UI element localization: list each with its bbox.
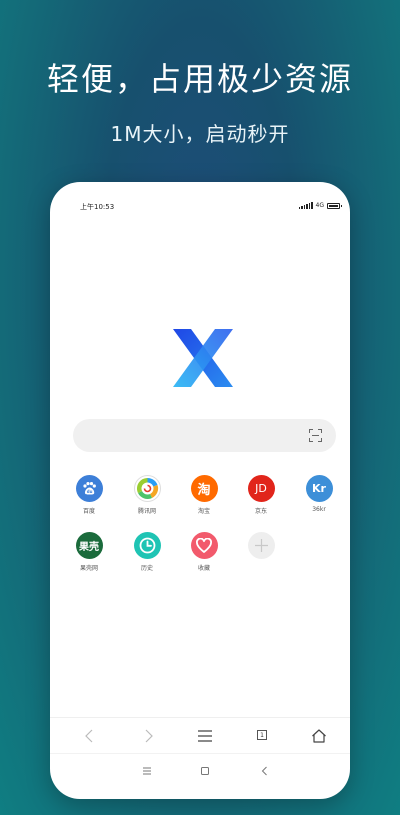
shortcut-tencent[interactable]: 腾讯网 [118, 475, 176, 515]
shortcut-add[interactable] [232, 532, 290, 559]
shortcut-label: 百度 [82, 508, 95, 515]
search-bar[interactable] [73, 419, 336, 452]
shortcut-label: 36kr [312, 506, 326, 513]
shortcut-favorites[interactable]: 收藏 [175, 532, 233, 572]
browser-toolbar: 1 [50, 717, 350, 754]
shortcut-label: 果壳网 [79, 565, 98, 572]
heart-icon [190, 532, 218, 559]
jd-icon: JD [247, 475, 275, 502]
clock-icon [133, 532, 161, 559]
shortcut-label: 收藏 [197, 565, 210, 572]
shortcut-label: 腾讯网 [137, 508, 156, 515]
shortcut-36kr[interactable]: Kr 36kr [290, 475, 348, 513]
status-time: 上午10:53 [80, 203, 115, 211]
baidu-paw-icon: du [75, 475, 103, 502]
add-icon [247, 532, 275, 559]
36kr-icon: Kr [305, 475, 333, 502]
phone-frame: 上午10:53 4G du 百度 腾讯网 淘 淘宝 JD 京东 Kr 36kr … [50, 182, 350, 799]
promo-headline: 轻便，占用极少资源 [46, 60, 353, 98]
system-nav-bar [50, 753, 350, 788]
tencent-news-icon [133, 475, 161, 502]
shortcut-label: 历史 [140, 565, 153, 572]
shortcut-jd[interactable]: JD 京东 [232, 475, 290, 515]
x-browser-logo-icon [173, 329, 233, 387]
shortcut-guokr[interactable]: 果壳 果壳网 [60, 532, 118, 572]
battery-icon [327, 202, 342, 209]
promo-subline: 1M大小，启动秒开 [110, 122, 290, 146]
signal-icon [298, 202, 313, 209]
forward-icon[interactable] [140, 728, 156, 744]
home-icon[interactable] [311, 728, 327, 744]
status-indicators: 4G [298, 202, 342, 209]
shortcut-label: 京东 [254, 508, 267, 515]
system-home-icon[interactable] [199, 765, 211, 777]
shortcut-history[interactable]: 历史 [118, 532, 176, 572]
taobao-icon: 淘 [190, 475, 218, 502]
svg-text:du: du [86, 489, 92, 494]
shortcut-taobao[interactable]: 淘 淘宝 [175, 475, 233, 515]
tabs-button[interactable]: 1 [254, 728, 270, 744]
shortcut-label: 淘宝 [197, 508, 210, 515]
shortcut-baidu[interactable]: du 百度 [60, 475, 118, 515]
scan-icon[interactable] [309, 429, 322, 442]
recent-apps-icon[interactable] [141, 765, 153, 777]
tab-count: 1 [257, 730, 267, 740]
menu-icon[interactable] [197, 728, 213, 744]
back-icon[interactable] [82, 728, 98, 744]
guokr-icon: 果壳 [75, 532, 103, 559]
system-back-icon[interactable] [259, 765, 271, 777]
network-type: 4G [315, 202, 324, 209]
status-bar: 上午10:53 4G [50, 202, 350, 216]
